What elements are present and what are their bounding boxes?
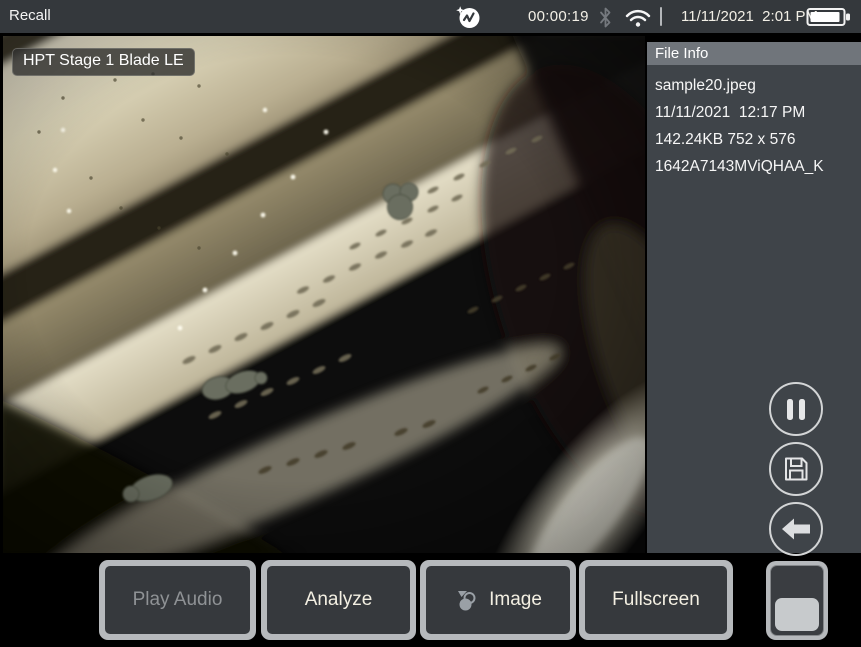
status-bar: Recall 00:00:19 11/11/2021 2:01 PM: [0, 0, 861, 33]
fullscreen-label: Fullscreen: [612, 589, 700, 611]
statusbar-datetime: 11/11/2021 2:01 PM: [681, 8, 818, 25]
save-button[interactable]: [769, 442, 823, 496]
record-timer: 00:00:19: [528, 8, 589, 25]
image-label: Image: [489, 589, 542, 611]
save-icon: [781, 454, 811, 484]
video-area[interactable]: HPT Stage 1 Blade LE: [3, 36, 645, 553]
file-info-header: File Info: [647, 42, 861, 65]
file-info-size: 142.24KB 752 x 576: [647, 126, 861, 153]
play-audio-label: Play Audio: [133, 589, 223, 611]
play-audio-button[interactable]: Play Audio: [99, 560, 256, 640]
image-button[interactable]: Image: [420, 560, 576, 640]
analyze-label: Analyze: [305, 589, 373, 611]
back-button[interactable]: [769, 502, 823, 556]
battery-icon: [806, 6, 852, 28]
file-info-filename: sample20.jpeg: [647, 72, 861, 99]
screen-toggle-icon: [770, 565, 824, 636]
mode-label: Recall: [9, 7, 51, 24]
wifi-icon: [624, 8, 652, 28]
pause-icon: [787, 399, 805, 420]
fullscreen-button[interactable]: Fullscreen: [579, 560, 733, 640]
audio-waveform-badge-icon: [455, 4, 482, 31]
statusbar-divider: [660, 7, 662, 26]
measurement-tag-label: HPT Stage 1 Blade LE: [12, 48, 195, 76]
screen-toggle-button[interactable]: [766, 561, 828, 640]
file-info-id: 1642A7143MViQHAA_K: [647, 153, 861, 180]
bluetooth-icon: [598, 7, 613, 28]
analyze-button[interactable]: Analyze: [261, 560, 416, 640]
pause-button[interactable]: [769, 382, 823, 436]
borescope-image: [3, 36, 645, 553]
file-info-datetime: 11/11/2021 12:17 PM: [647, 99, 861, 126]
file-info-panel: File Info sample20.jpeg 11/11/2021 12:17…: [647, 42, 861, 553]
back-arrow-icon: [781, 518, 811, 540]
image-stack-icon: [454, 588, 480, 612]
